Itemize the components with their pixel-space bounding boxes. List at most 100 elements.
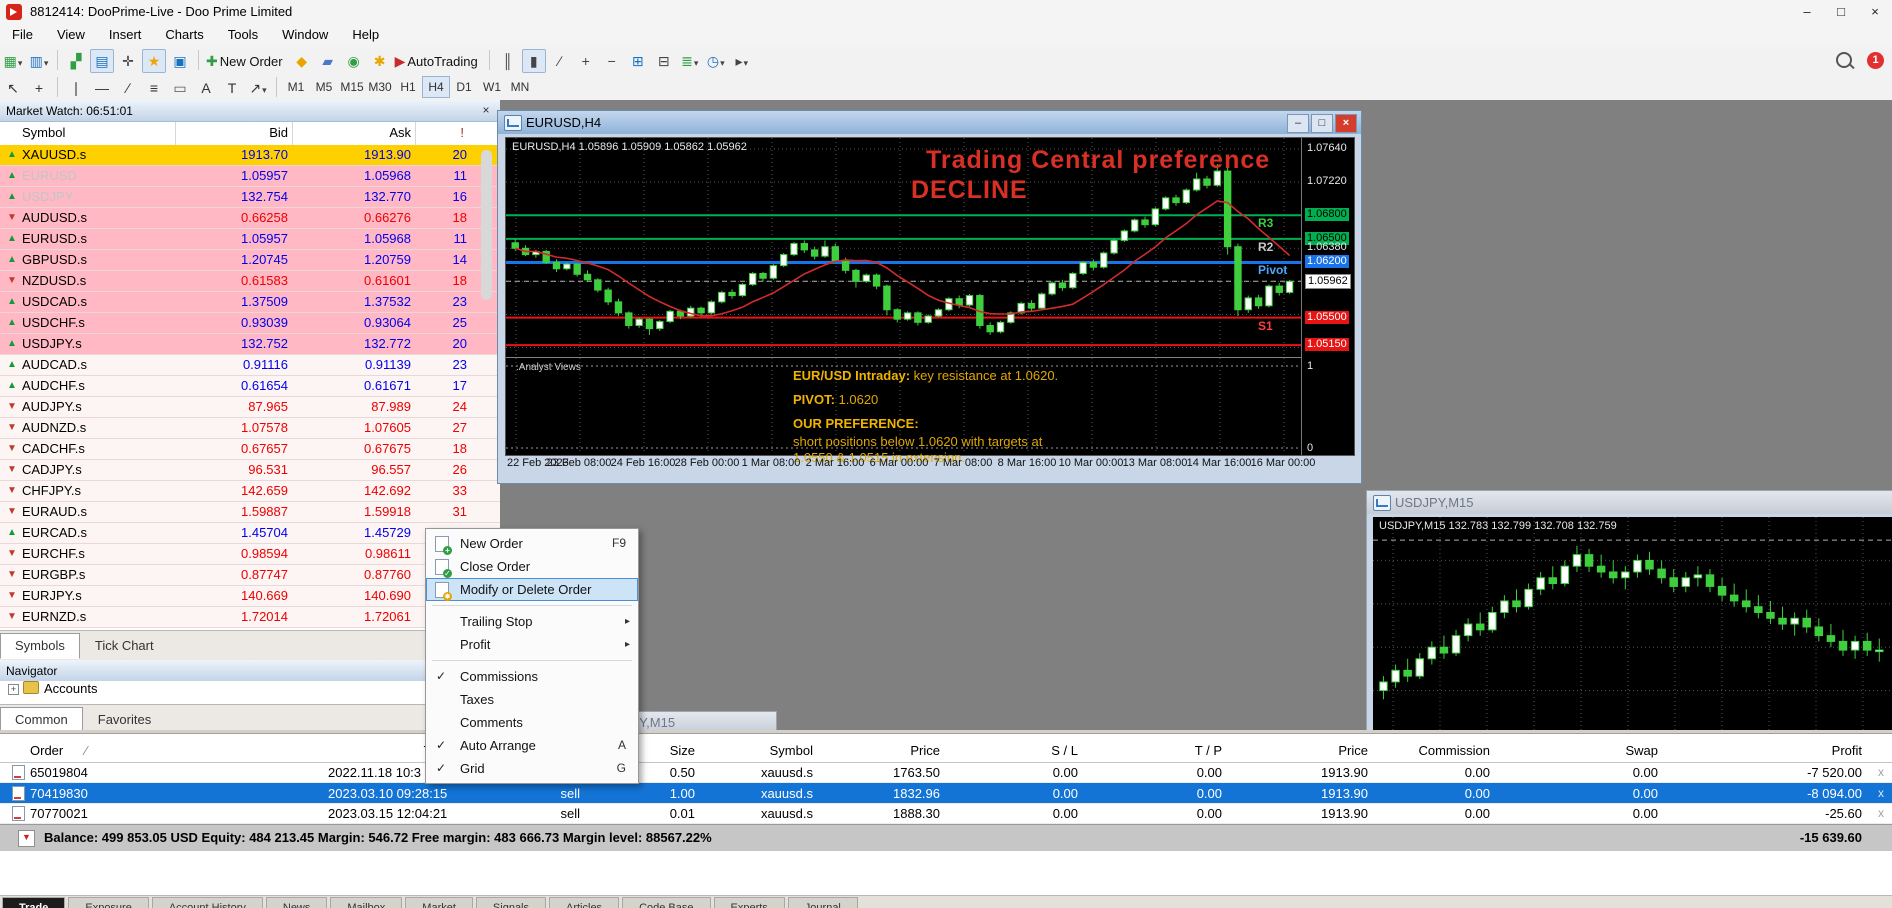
periods-icon[interactable]: ◷▾ (704, 49, 728, 73)
column-header-size[interactable]: Size (670, 743, 695, 758)
chevron-down-icon[interactable]: ▾ (262, 85, 267, 95)
alerts-icon[interactable]: ◆ (290, 49, 314, 73)
tab-symbols[interactable]: Symbols (0, 633, 80, 659)
terminal-tab-experts[interactable]: Experts (714, 897, 785, 908)
menu-item-close-order[interactable]: Close Order✓ (426, 555, 638, 578)
window-minimize-button[interactable]: – (1790, 0, 1824, 24)
market-watch-row[interactable]: ▼AUDNZD.s1.075781.0760527 (0, 418, 500, 439)
menu-item-profit[interactable]: Profit▸ (426, 633, 638, 656)
timeframe-m30[interactable]: M30 (366, 76, 394, 98)
navigator-icon[interactable]: ★ (142, 49, 166, 73)
bar-chart-icon[interactable]: ║ (496, 49, 520, 73)
market-watch-row[interactable]: ▲AUDCAD.s0.911160.9113923 (0, 355, 500, 376)
search-icon[interactable] (1836, 52, 1852, 68)
menu-item-auto-arrange[interactable]: Auto Arrange✓A (426, 734, 638, 757)
window-maximize-button[interactable]: □ (1824, 0, 1858, 24)
tile-windows-icon[interactable]: ⊞ (626, 49, 650, 73)
zoom-in-icon[interactable]: + (574, 49, 598, 73)
trendline-icon[interactable]: ∕ (116, 76, 140, 100)
chevron-down-icon[interactable]: ▾ (743, 58, 748, 68)
new-order-icon[interactable]: ✚New Order (205, 49, 288, 73)
menu-item-grid[interactable]: Grid✓G (426, 757, 638, 780)
column-header-symbol[interactable]: Symbol (770, 743, 813, 758)
options-icon[interactable]: ✱ (368, 49, 392, 73)
menu-view[interactable]: View (45, 24, 97, 45)
menu-insert[interactable]: Insert (97, 24, 154, 45)
market-watch-row[interactable]: ▲USDCAD.s1.375091.3753223 (0, 292, 500, 313)
shapes-icon[interactable]: ▭ (168, 76, 192, 100)
timeframe-h4[interactable]: H4 (422, 76, 450, 98)
timeframe-m5[interactable]: M5 (310, 76, 338, 98)
column-header-swap[interactable]: Swap (1625, 743, 1658, 758)
autotrading-icon[interactable]: ▶AutoTrading (394, 49, 483, 73)
tab-tick-chart[interactable]: Tick Chart (80, 633, 169, 659)
close-position-icon[interactable]: x (1878, 786, 1884, 800)
new-chart-icon[interactable]: ▦▾ (1, 49, 25, 73)
market-watch-row[interactable]: ▲EURUSD.s1.059571.0596811 (0, 229, 500, 250)
terminal-tab-mailbox[interactable]: Mailbox (330, 897, 402, 908)
menu-item-modify-or-delete-order[interactable]: Modify or Delete Order✸ (426, 578, 638, 601)
chart-minimize-button[interactable]: – (1287, 114, 1309, 133)
order-row[interactable]: 650198042022.11.18 10:30.50xauusd.s1763.… (0, 762, 1892, 783)
timeframe-w1[interactable]: W1 (478, 76, 506, 98)
vertical-line-icon[interactable]: ∣ (64, 76, 88, 100)
line-chart-icon[interactable]: ∕ (548, 49, 572, 73)
close-position-icon[interactable]: x (1878, 765, 1884, 779)
column-header-sl[interactable]: S / L (1051, 743, 1078, 758)
menu-item-comments[interactable]: Comments (426, 711, 638, 734)
terminal-tab-articles[interactable]: Articles (549, 897, 619, 908)
chevron-down-icon[interactable]: ▾ (720, 58, 725, 68)
mailbox-icon[interactable]: ▰ (316, 49, 340, 73)
column-header-price[interactable]: Price (910, 743, 940, 758)
order-row[interactable]: 707700212023.03.15 12:04:21sell0.01xauus… (0, 803, 1892, 824)
arrange-windows-icon[interactable]: ⊟ (652, 49, 676, 73)
tick-chart-icon[interactable]: ▞ (64, 49, 88, 73)
terminal-tab-journal[interactable]: Journal (788, 897, 858, 908)
horizontal-line-icon[interactable]: — (90, 76, 114, 100)
market-watch-icon[interactable]: ▤ (90, 49, 114, 73)
indicators-icon[interactable]: ≣▾ (678, 49, 702, 73)
column-header-spread[interactable]: ! (460, 125, 464, 140)
crosshair-icon[interactable]: + (27, 76, 51, 100)
signals-icon[interactable]: ◉ (342, 49, 366, 73)
chevron-down-icon[interactable]: ▾ (18, 58, 23, 68)
terminal-tab-trade[interactable]: Trade (2, 897, 65, 908)
tree-expand-icon[interactable]: + (8, 684, 19, 695)
window-close-button[interactable]: × (1858, 0, 1892, 24)
market-watch-row[interactable]: ▲XAUUSD.s1913.701913.9020 (0, 145, 500, 166)
data-window-icon[interactable]: ✛ (116, 49, 140, 73)
chart-restore-button[interactable]: □ (1311, 114, 1333, 133)
column-header-tp[interactable]: T / P (1195, 743, 1222, 758)
timeframe-h1[interactable]: H1 (394, 76, 422, 98)
terminal-tab-market[interactable]: Market (405, 897, 473, 908)
terminal-tab-exposure[interactable]: Exposure (68, 897, 148, 908)
candlestick-icon[interactable]: ▮ (522, 49, 546, 73)
timeframe-m15[interactable]: M15 (338, 76, 366, 98)
column-header-price2[interactable]: Price (1338, 743, 1368, 758)
timeframe-m1[interactable]: M1 (282, 76, 310, 98)
terminal-icon[interactable]: ▣ (168, 49, 192, 73)
eurusd-window-titlebar[interactable]: EURUSD,H4 – □ × (498, 111, 1361, 134)
label-icon[interactable]: T (220, 76, 244, 100)
close-icon[interactable]: × (478, 103, 494, 119)
market-watch-row[interactable]: ▼CHFJPY.s142.659142.69233 (0, 481, 500, 502)
menu-charts[interactable]: Charts (153, 24, 215, 45)
market-watch-row[interactable]: ▲EURUSD1.059571.0596811 (0, 166, 500, 187)
column-header-ask[interactable]: Ask (389, 125, 411, 140)
market-watch-row[interactable]: ▼CADCHF.s0.676570.6767518 (0, 439, 500, 460)
market-watch-row[interactable]: ▲GBPUSD.s1.207451.2075914 (0, 250, 500, 271)
chevron-down-icon[interactable]: ▾ (44, 58, 49, 68)
text-icon[interactable]: A (194, 76, 218, 100)
market-watch-row[interactable]: ▼AUDJPY.s87.96587.98924 (0, 397, 500, 418)
market-watch-row[interactable]: ▲USDCHF.s0.930390.9306425 (0, 313, 500, 334)
menu-file[interactable]: File (0, 24, 45, 45)
market-watch-row[interactable]: ▲USDJPY132.754132.77016 (0, 187, 500, 208)
close-position-icon[interactable]: x (1878, 806, 1884, 820)
market-watch-row[interactable]: ▼CADJPY.s96.53196.55726 (0, 460, 500, 481)
market-watch-row[interactable]: ▲AUDCHF.s0.616540.6167117 (0, 376, 500, 397)
terminal-tab-news[interactable]: News (266, 897, 328, 908)
menu-tools[interactable]: Tools (216, 24, 270, 45)
chart-close-button[interactable]: × (1335, 114, 1357, 133)
chevron-down-icon[interactable]: ▾ (694, 58, 699, 68)
column-header-symbol[interactable]: Symbol (22, 125, 65, 140)
